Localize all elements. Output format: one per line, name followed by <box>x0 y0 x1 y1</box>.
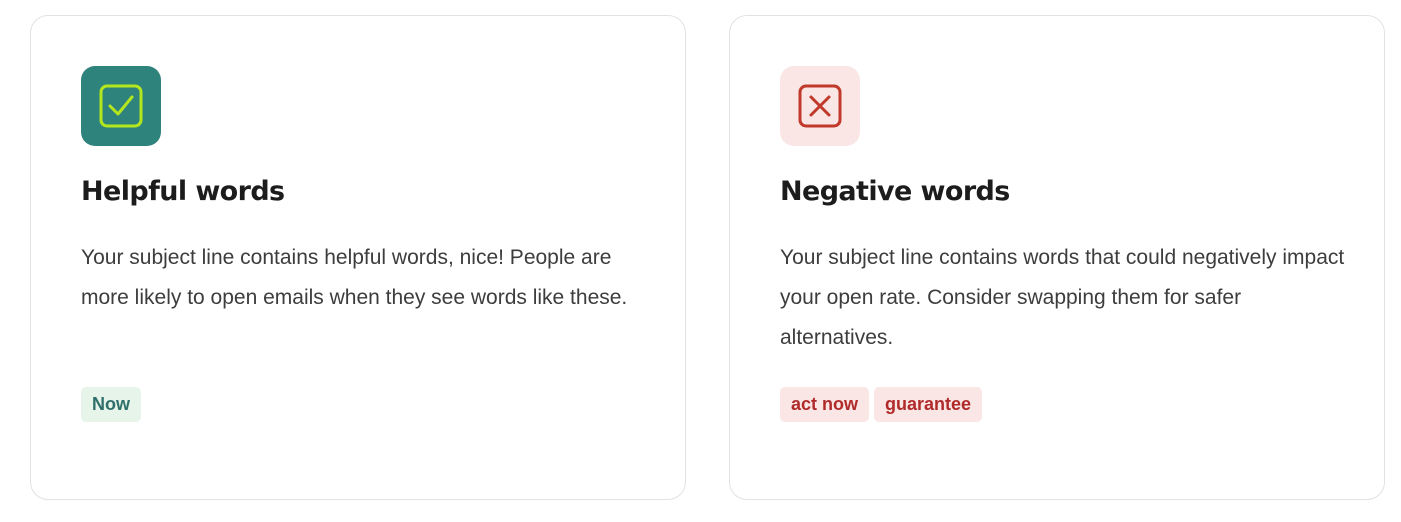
negative-word-tags: act now guarantee <box>780 387 983 422</box>
helpful-words-card: Helpful words Your subject line contains… <box>30 15 686 500</box>
checkbox-checked-icon <box>99 84 143 128</box>
word-tag: act now <box>780 387 870 422</box>
negative-icon-tile <box>780 66 860 146</box>
card-title: Helpful words <box>81 176 285 207</box>
card-title: Negative words <box>780 176 1010 207</box>
card-description: Your subject line contains helpful words… <box>81 246 628 309</box>
word-tag: guarantee <box>874 387 983 422</box>
helpful-word-tags: Now <box>81 387 141 422</box>
card-description: Your subject line contains words that co… <box>780 246 1345 349</box>
word-analysis-cards: Helpful words Your subject line contains… <box>0 0 1401 522</box>
helpful-icon-tile <box>81 66 161 146</box>
checkbox-x-icon <box>798 84 842 128</box>
negative-words-card: Negative words Your subject line contain… <box>729 15 1385 500</box>
word-tag: Now <box>81 387 141 422</box>
